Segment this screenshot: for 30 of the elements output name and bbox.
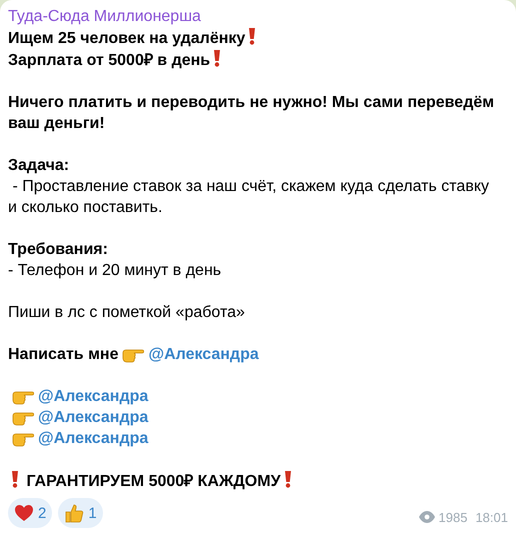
mention-link[interactable]: @Александра: [38, 428, 148, 449]
contact-label: Написать мне: [8, 345, 118, 365]
pointing-hand-icon: [12, 410, 34, 426]
reaction-button[interactable]: 1: [58, 498, 103, 528]
message-text: Требования:: [8, 240, 108, 260]
message-time: 18:01: [475, 508, 508, 526]
reaction-button[interactable]: 2: [8, 498, 52, 528]
headline: ГАРАНТИРУЕМ 5000₽ КАЖДОМУ: [8, 470, 295, 492]
mention-link[interactable]: @Александра: [148, 344, 259, 365]
headline: Ищем 25 человек на удалёнку: [8, 27, 260, 49]
thumbs-up-icon: [64, 503, 84, 523]
message-text: - Телефон и 20 минут в день: [8, 261, 222, 281]
message-text: Пиши в лс с пометкой «работа»: [8, 303, 245, 323]
exclamation-icon: [248, 27, 256, 45]
message-text: Задача:: [8, 156, 70, 176]
message-text: - Проставление ставок за наш счёт, скажем куда сделать ставку и сколько поставить.: [8, 177, 489, 218]
mention-link[interactable]: @Александра: [38, 386, 148, 407]
mention-link[interactable]: @Александра: [38, 407, 148, 428]
headline: Зарплата от 5000₽ в день: [8, 49, 224, 71]
pointing-hand-icon: [12, 388, 34, 404]
eye-icon: [418, 511, 435, 523]
message-text: Ничего платить и переводить не нужно! Мы сами переведём ваш деньги!: [8, 93, 494, 134]
view-count: 1985: [438, 508, 468, 526]
exclamation-icon: [11, 470, 19, 488]
pointing-hand-icon: [12, 430, 34, 446]
exclamation-icon: [213, 49, 222, 67]
heart-icon: [14, 504, 34, 522]
author-name[interactable]: Туда-Сюда Миллионерша: [8, 6, 508, 27]
pointing-hand-icon: [122, 346, 144, 362]
exclamation-icon: [284, 470, 292, 488]
